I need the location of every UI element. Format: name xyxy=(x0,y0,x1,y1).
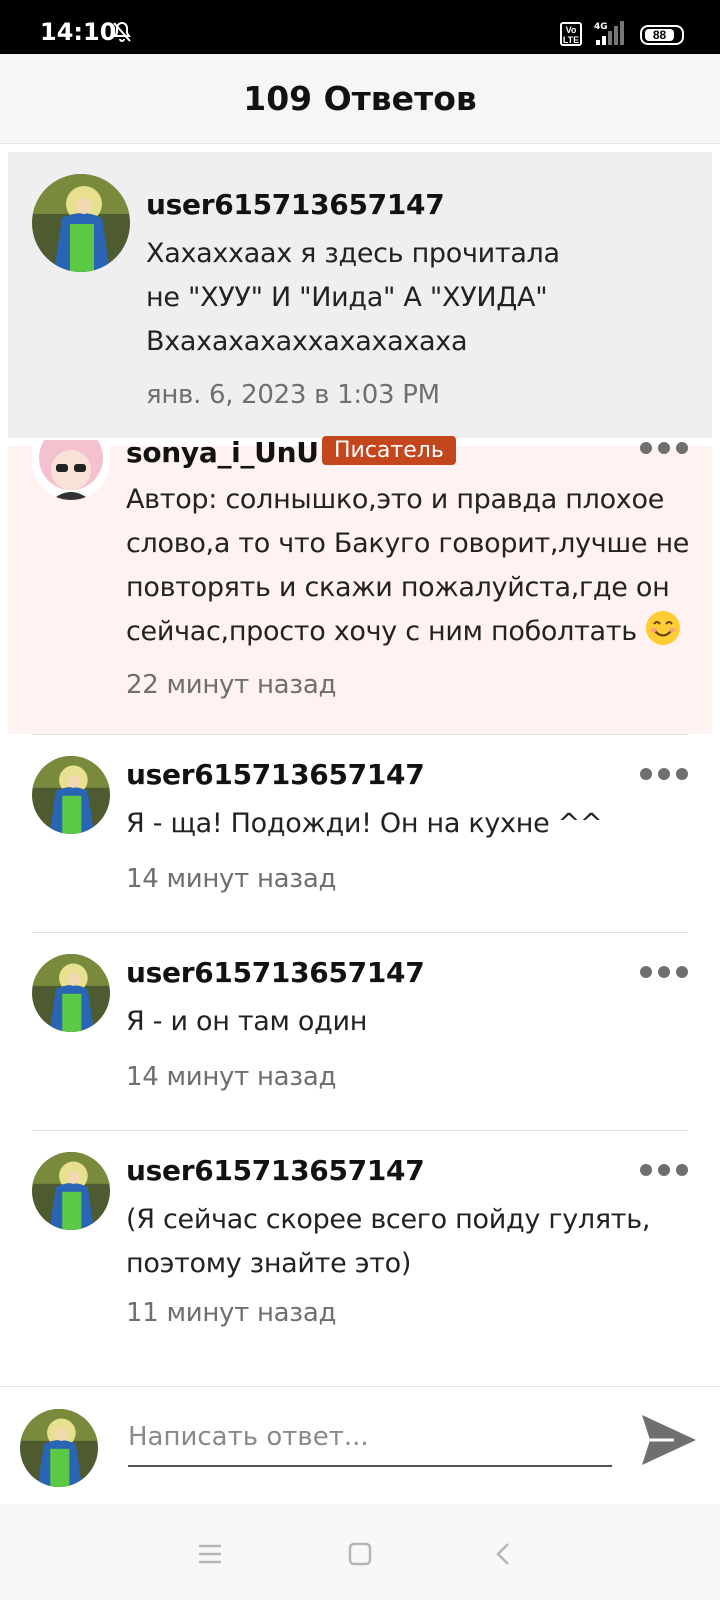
avatar[interactable] xyxy=(32,440,110,500)
status-bar: 14:10 Vo LTE 4G 88 xyxy=(0,0,720,54)
comment-username[interactable]: user615713657147 xyxy=(126,956,425,989)
home-icon[interactable] xyxy=(346,1540,374,1568)
reply-input[interactable] xyxy=(128,1409,612,1467)
comment-timestamp: янв. 6, 2023 в 1:03 PM xyxy=(146,380,440,410)
page-title: 109 Ответов xyxy=(243,79,477,118)
avatar[interactable] xyxy=(32,1152,110,1230)
send-icon[interactable] xyxy=(640,1413,698,1467)
avatar[interactable] xyxy=(32,174,130,272)
comment-text: Автор: солнышко,это и правда плохое слов… xyxy=(126,484,690,647)
notifications-muted-icon xyxy=(113,21,131,42)
reply-comment: user615713657147 Я - ща! Подожди! Он на … xyxy=(8,734,712,932)
avatar[interactable] xyxy=(32,756,110,834)
comment-text: Я - ща! Подожди! Он на кухне ^^ xyxy=(126,808,603,839)
battery-icon: 88 xyxy=(640,25,684,45)
menu-icon[interactable] xyxy=(196,1540,224,1568)
comment-timestamp: 14 минут назад xyxy=(126,864,337,894)
comment-username[interactable]: user615713657147 xyxy=(126,1154,425,1187)
comment-text: (Я сейчас скорее всего пойду гулять, поэ… xyxy=(126,1204,651,1279)
system-navigation-bar xyxy=(0,1504,720,1600)
comment-timestamp: 14 минут назад xyxy=(126,1062,337,1092)
battery-level: 88 xyxy=(645,29,674,42)
back-icon[interactable] xyxy=(490,1540,518,1568)
avatar xyxy=(20,1409,98,1487)
comment-text: Я - и он там один xyxy=(126,1006,368,1037)
reply-comment: user615713657147 (Я сейчас скорее всего … xyxy=(8,1130,712,1386)
more-options-icon[interactable] xyxy=(640,440,688,456)
thread-header: 109 Ответов xyxy=(0,54,720,144)
signal-icon: 4G xyxy=(594,21,624,45)
more-options-icon[interactable] xyxy=(640,1162,688,1178)
reply-composer xyxy=(0,1386,720,1504)
reply-comment: user615713657147 Я - и он там один 14 ми… xyxy=(8,932,712,1130)
comment-username[interactable]: user615713657147 xyxy=(126,758,425,791)
status-time: 14:10 xyxy=(40,18,117,46)
comment-username[interactable]: sonya_i_UnU xyxy=(126,436,319,469)
volte-icon: Vo LTE xyxy=(560,22,582,46)
comment-timestamp: 22 минут назад xyxy=(126,670,337,700)
parent-comment: user615713657147 Хахаххаах я здесь прочи… xyxy=(8,152,712,438)
smiling-face-emoji-icon xyxy=(646,611,681,645)
more-options-icon[interactable] xyxy=(640,766,688,782)
comment-text: Хахаххаах я здесь прочитала не "ХУУ" И "… xyxy=(146,238,560,357)
reply-author-comment: sonya_i_UnU Писатель Автор: солнышко,это… xyxy=(8,436,712,734)
more-options-icon[interactable] xyxy=(640,964,688,980)
svg-text:4G: 4G xyxy=(594,22,608,32)
comment-timestamp: 11 минут назад xyxy=(126,1298,337,1328)
writer-badge: Писатель xyxy=(322,436,456,465)
avatar[interactable] xyxy=(32,954,110,1032)
comment-username[interactable]: user615713657147 xyxy=(146,188,445,221)
